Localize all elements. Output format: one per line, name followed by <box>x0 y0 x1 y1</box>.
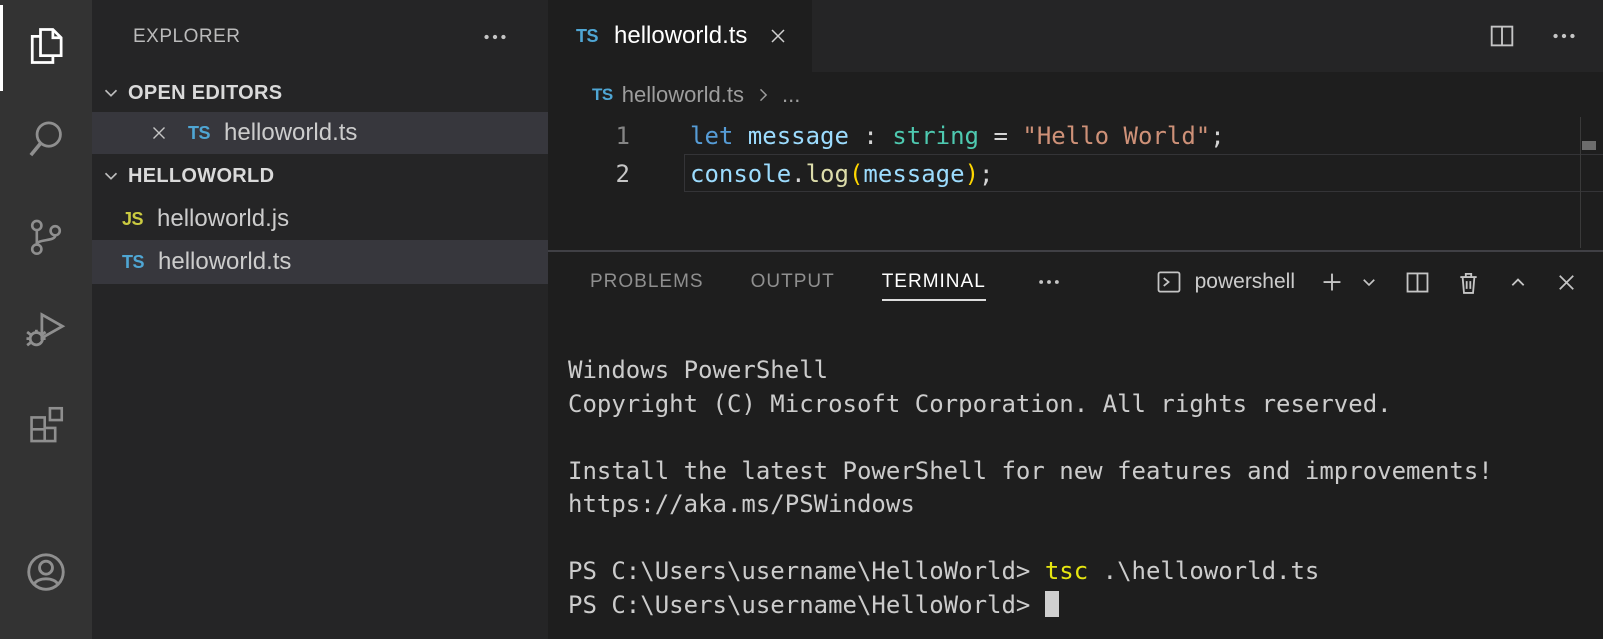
run-and-debug-icon <box>24 307 68 351</box>
terminal-line: Install the latest PowerShell for new fe… <box>568 455 1603 489</box>
panel-header: PROBLEMS OUTPUT TERMINAL powershell <box>548 252 1603 312</box>
code-editor[interactable]: 1 let message : string = "Hello World"; … <box>548 117 1603 250</box>
source-control-icon <box>25 215 67 257</box>
overview-ruler <box>1580 117 1581 248</box>
close-panel-icon[interactable] <box>1553 269 1580 296</box>
section-helloworld-folder[interactable]: HELLOWORLD <box>92 154 548 198</box>
tab-problems[interactable]: PROBLEMS <box>590 263 704 301</box>
chevron-down-icon <box>100 82 122 104</box>
ts-file-icon: TS <box>188 123 210 144</box>
panel-more-tabs-icon[interactable] <box>1035 268 1063 296</box>
breadcrumb-file[interactable]: helloworld.ts <box>622 82 744 108</box>
editor-tab-bar: TS helloworld.ts <box>548 0 1603 72</box>
close-icon[interactable] <box>766 24 790 48</box>
shell-label: powershell <box>1195 270 1295 294</box>
file-name: helloworld.ts <box>158 248 291 276</box>
split-editor-icon[interactable] <box>1487 21 1517 51</box>
kill-terminal-trash-icon[interactable] <box>1454 268 1483 297</box>
launch-profile-chevron-icon[interactable] <box>1357 270 1381 294</box>
activity-item-source-control[interactable] <box>0 190 92 282</box>
terminal-prompt: PS C:\Users\username\HelloWorld> <box>568 557 1045 585</box>
breadcrumb-symbols[interactable]: ... <box>782 82 800 108</box>
close-icon[interactable] <box>148 122 170 144</box>
breadcrumb[interactable]: TS helloworld.ts ... <box>548 72 1603 117</box>
terminal-command-line: PS C:\Users\username\HelloWorld> tsc .\h… <box>568 555 1603 589</box>
line-number: 1 <box>548 117 630 155</box>
terminal-output[interactable]: Windows PowerShell Copyright (C) Microso… <box>548 312 1603 622</box>
sidebar-title: EXPLORER <box>133 26 240 48</box>
account-icon <box>23 549 69 595</box>
explorer-sidebar: EXPLORER OPEN EDITORS TS helloworld.ts H… <box>92 0 548 639</box>
search-icon <box>24 118 68 162</box>
ts-file-icon: TS <box>592 85 613 105</box>
terminal-active-prompt-line[interactable]: PS C:\Users\username\HelloWorld> <box>568 589 1603 623</box>
file-item-helloworld-ts[interactable]: TS helloworld.ts <box>92 240 548 284</box>
terminal-cursor <box>1045 591 1059 617</box>
files-icon <box>24 24 68 68</box>
split-terminal-icon[interactable] <box>1403 268 1432 297</box>
section-open-editors[interactable]: OPEN EDITORS <box>92 74 548 112</box>
activity-item-run-debug[interactable] <box>0 283 92 375</box>
terminal-command: tsc <box>1045 557 1088 585</box>
code-line-2: 2 console.log(message); <box>548 155 1603 193</box>
terminal-line: Copyright (C) Microsoft Corporation. All… <box>568 388 1603 422</box>
sidebar-header: EXPLORER <box>92 0 548 74</box>
chevron-right-icon <box>753 85 773 105</box>
terminal-line <box>568 421 1603 455</box>
terminal-line: https://aka.ms/PSWindows <box>568 488 1603 522</box>
terminal-command-args: .\helloworld.ts <box>1088 557 1319 585</box>
section-label: HELLOWORLD <box>128 165 274 188</box>
chevron-down-icon <box>100 165 122 187</box>
activity-item-search[interactable] <box>0 94 92 186</box>
open-editor-item-helloworld-ts[interactable]: TS helloworld.ts <box>92 112 548 154</box>
tab-helloworld-ts[interactable]: TS helloworld.ts <box>548 0 812 72</box>
terminal-prompt: PS C:\Users\username\HelloWorld> <box>568 591 1045 619</box>
more-actions-icon[interactable] <box>1549 21 1579 51</box>
extensions-icon <box>25 403 67 445</box>
terminal-line <box>568 522 1603 556</box>
activity-item-explorer[interactable] <box>0 0 92 92</box>
tab-terminal[interactable]: TERMINAL <box>882 263 986 301</box>
file-item-helloworld-js[interactable]: JS helloworld.js <box>92 198 548 240</box>
ts-file-icon: TS <box>122 252 144 273</box>
tab-label: helloworld.ts <box>614 22 747 50</box>
terminal-shell-icon <box>1155 268 1183 296</box>
code-line-1: 1 let message : string = "Hello World"; <box>548 117 1603 155</box>
scrollbar-decoration[interactable] <box>1582 141 1596 150</box>
file-name: helloworld.js <box>157 205 289 233</box>
maximize-panel-chevron-up-icon[interactable] <box>1505 269 1531 295</box>
new-terminal-icon[interactable] <box>1317 267 1347 297</box>
shell-selector[interactable]: powershell <box>1155 268 1295 296</box>
ts-file-icon: TS <box>576 26 598 47</box>
bottom-panel: PROBLEMS OUTPUT TERMINAL powershell <box>548 250 1603 639</box>
terminal-line: Windows PowerShell <box>568 354 1603 388</box>
tab-output[interactable]: OUTPUT <box>751 263 835 301</box>
editor-actions <box>1487 0 1579 72</box>
section-label: OPEN EDITORS <box>128 82 282 105</box>
activity-item-extensions[interactable] <box>0 378 92 470</box>
explorer-more-actions-icon[interactable] <box>480 22 510 52</box>
activity-bar <box>0 0 92 639</box>
activity-item-accounts[interactable] <box>0 526 92 618</box>
js-file-icon: JS <box>122 209 143 230</box>
code-text: let message : string = "Hello World"; <box>630 117 1225 155</box>
code-text: console.log(message); <box>630 155 993 193</box>
file-name: helloworld.ts <box>224 119 357 147</box>
line-number: 2 <box>548 155 630 193</box>
terminal-actions: powershell <box>1155 267 1603 297</box>
editor-area: TS helloworld.ts TS helloworld.ts ... 1 … <box>548 0 1603 250</box>
